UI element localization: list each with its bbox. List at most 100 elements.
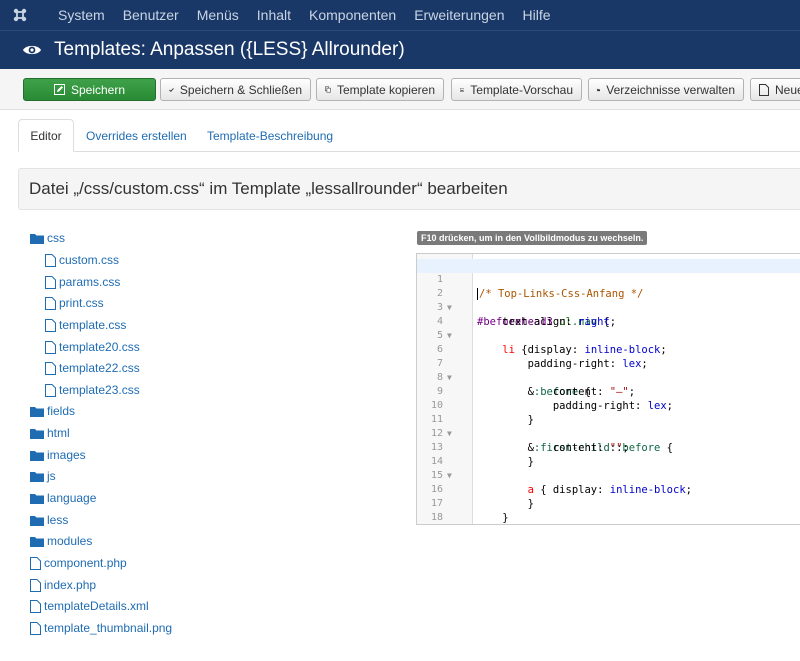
new-file-label: Neue xyxy=(775,82,800,97)
copy-template-label: Template kopieren xyxy=(336,82,435,97)
code-line[interactable]: 7 ▼ &:before { xyxy=(417,343,800,398)
code-line[interactable]: 5 display: inline-block; xyxy=(417,315,800,356)
title-bar: Templates: Anpassen ({LESS} Allrounder) xyxy=(0,30,800,69)
code-line[interactable]: 16 } xyxy=(417,469,800,510)
menu-komponenten[interactable]: Komponenten xyxy=(309,7,396,23)
file-icon xyxy=(45,275,56,289)
tab-editor[interactable]: Editor xyxy=(18,119,74,152)
code-line[interactable]: 19 /* Top-Links-Css-Ende */ xyxy=(417,511,800,524)
file-icon xyxy=(45,361,56,375)
tree-label: template20.css xyxy=(59,340,140,354)
file-icon xyxy=(30,599,41,613)
tree-label: less xyxy=(47,513,69,527)
tab-overrides[interactable]: Overrides erstellen xyxy=(74,119,199,152)
code-line[interactable]: 12 content: ""; xyxy=(417,413,800,454)
tree-label: html xyxy=(47,426,70,440)
tree-label: images xyxy=(47,448,86,462)
menu-hilfe[interactable]: Hilfe xyxy=(522,7,550,23)
file-icon xyxy=(45,383,56,397)
menu-benutzer[interactable]: Benutzer xyxy=(123,7,179,23)
joomla-logo-icon[interactable] xyxy=(0,0,40,30)
code-line[interactable]: 3 text-align: right; xyxy=(417,287,800,328)
code-line[interactable]: 2 ▼ #beforehead3 ul.nav { xyxy=(417,273,800,328)
tree-folder-images[interactable]: images xyxy=(30,446,86,464)
code-line[interactable]: 8 content: "–"; xyxy=(417,357,800,398)
menu-erweiterungen[interactable]: Erweiterungen xyxy=(414,7,504,23)
save-button[interactable]: Speichern xyxy=(23,78,156,101)
image-icon xyxy=(460,87,465,92)
menu-menus[interactable]: Menüs xyxy=(197,7,239,23)
tree-label: js xyxy=(47,469,56,483)
folder-icon xyxy=(30,493,44,504)
tree-label: fields xyxy=(47,404,76,418)
edit-icon xyxy=(53,84,65,95)
tree-label: modules xyxy=(47,534,93,548)
tab-template-description[interactable]: Template-Beschreibung xyxy=(195,119,345,152)
tree-folder-fields[interactable]: fields xyxy=(30,402,75,420)
tree-file-templatedetails-xml[interactable]: templateDetails.xml xyxy=(30,597,149,615)
code-line[interactable]: 4 ▼ li { xyxy=(417,301,800,356)
code-line[interactable]: 9 padding-right: lex; xyxy=(417,371,800,412)
tree-file-custom-css[interactable]: custom.css xyxy=(45,251,119,269)
tree-label: params.css xyxy=(59,275,121,289)
top-nav: System Benutzer Menüs Inhalt Komponenten… xyxy=(0,0,800,30)
menu-inhalt[interactable]: Inhalt xyxy=(257,7,291,23)
check-icon xyxy=(169,87,174,92)
tree-file-template20-css[interactable]: template20.css xyxy=(45,338,140,356)
tree-label: templateDetails.xml xyxy=(44,599,149,613)
code-line[interactable]: 17 } xyxy=(417,483,800,524)
file-icon xyxy=(45,318,56,332)
copy-template-button[interactable]: Template kopieren xyxy=(316,78,444,101)
template-preview-button[interactable]: Template-Vorschau xyxy=(451,78,582,101)
code-line[interactable]: 6 padding-right: lex; xyxy=(417,329,800,370)
code-line[interactable]: 11 ▼ &:first-child::before { xyxy=(417,399,800,454)
folder-icon xyxy=(30,406,44,417)
template-preview-label: Template-Vorschau xyxy=(470,82,573,97)
file-icon xyxy=(45,340,56,354)
tree-label: custom.css xyxy=(59,253,120,267)
tree-folder-modules[interactable]: modules xyxy=(30,532,92,550)
tree-label: print.css xyxy=(59,296,104,310)
folder-icon xyxy=(30,233,44,244)
save-close-button[interactable]: Speichern & Schließen xyxy=(160,78,311,101)
eye-icon xyxy=(22,43,42,57)
tree-file-template23-css[interactable]: template23.css xyxy=(45,381,140,399)
copy-icon xyxy=(325,86,331,93)
file-icon xyxy=(30,621,41,635)
tree-file-params-css[interactable]: params.css xyxy=(45,273,120,291)
fullscreen-hint: F10 drücken, um in den Vollbildmodus zu … xyxy=(417,231,648,245)
tree-folder-css[interactable]: css xyxy=(30,229,65,247)
manage-folders-button[interactable]: Verzeichnisse verwalten xyxy=(588,78,744,101)
tree-file-index-php[interactable]: index.php xyxy=(30,576,96,594)
tab-bar: Editor Overrides erstellen Template-Besc… xyxy=(18,119,800,152)
tree-label: template23.css xyxy=(59,383,140,397)
menu-system[interactable]: System xyxy=(58,7,105,23)
tree-folder-less[interactable]: less xyxy=(30,511,68,529)
save-label: Speichern xyxy=(70,82,126,97)
file-icon xyxy=(759,83,769,96)
file-icon xyxy=(45,253,56,267)
code-line[interactable]: 14 ▼ a { xyxy=(417,441,800,496)
code-line[interactable]: 13 } xyxy=(417,427,800,468)
tree-file-template22-css[interactable]: template22.css xyxy=(45,359,140,377)
code-line[interactable]: 15 display: inline-block; xyxy=(417,455,800,496)
code-editor[interactable]: 1 /* Top-Links-Css-Anfang */ 2 ▼ #before… xyxy=(416,253,800,525)
folder-icon xyxy=(30,428,44,439)
folder-icon xyxy=(30,471,44,482)
file-heading: Datei „/css/custom.css“ im Template „les… xyxy=(18,168,800,210)
tree-file-print-css[interactable]: print.css xyxy=(45,294,104,312)
tree-label: index.php xyxy=(44,578,97,592)
code-line[interactable]: 18 } xyxy=(417,497,800,523)
file-icon xyxy=(30,578,41,592)
tree-folder-html[interactable]: html xyxy=(30,424,70,442)
tree-folder-js[interactable]: js xyxy=(30,467,56,485)
tree-file-component-php[interactable]: component.php xyxy=(30,554,127,572)
code-line[interactable]: 1 /* Top-Links-Css-Anfang */ xyxy=(417,259,800,300)
folder-open-icon xyxy=(597,88,600,91)
code-line[interactable]: 10 } xyxy=(417,385,800,426)
tree-file-template-thumbnail-png[interactable]: template_thumbnail.png xyxy=(30,619,172,637)
tree-folder-language[interactable]: language xyxy=(30,489,96,507)
new-file-button[interactable]: Neue xyxy=(750,78,800,101)
tree-file-template-css[interactable]: template.css xyxy=(45,316,126,334)
folder-icon xyxy=(30,450,44,461)
